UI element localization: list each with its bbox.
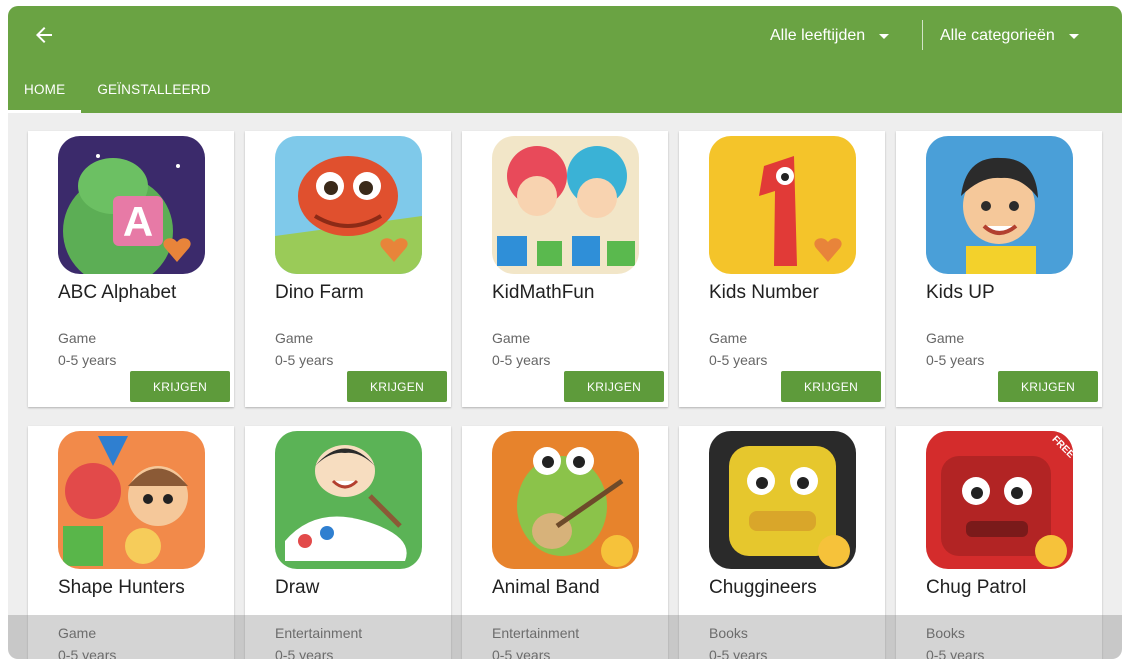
app-name: ABC Alphabet bbox=[58, 282, 177, 303]
app-card[interactable]: A ABC Alphabet Game 0-5 years KRIJGEN bbox=[28, 131, 234, 407]
bottom-overlay bbox=[8, 615, 1122, 659]
app-age-range: 0-5 years bbox=[492, 352, 551, 368]
app-age-range: 0-5 years bbox=[275, 352, 334, 368]
divider bbox=[922, 20, 923, 50]
dino-farm-icon[interactable] bbox=[275, 136, 422, 274]
abc-alphabet-icon[interactable]: A bbox=[58, 136, 205, 274]
app-card[interactable]: KidMathFun Game 0-5 years KRIJGEN bbox=[462, 131, 668, 407]
tab-home[interactable]: HOME bbox=[8, 76, 82, 113]
app-category: Game bbox=[709, 330, 748, 346]
app-age-range: 0-5 years bbox=[709, 352, 768, 368]
svg-text:A: A bbox=[123, 198, 153, 245]
animal-band-icon[interactable] bbox=[492, 431, 639, 569]
app-name: Chuggineers bbox=[709, 577, 817, 598]
caret-down-icon bbox=[879, 33, 890, 39]
category-filter-dropdown[interactable]: Alle categorieën bbox=[940, 24, 1079, 48]
app-name: Chug Patrol bbox=[926, 577, 1027, 598]
app-window: Alle leeftijden Alle categorieën HOME GE… bbox=[8, 6, 1122, 659]
kids-number-icon[interactable] bbox=[709, 136, 856, 274]
arrow-left-icon bbox=[36, 27, 52, 43]
shape-hunters-icon[interactable] bbox=[58, 431, 205, 569]
app-name: KidMathFun bbox=[492, 282, 595, 303]
app-name: Kids Number bbox=[709, 282, 819, 303]
app-category: Game bbox=[275, 330, 314, 346]
app-category: Game bbox=[926, 330, 965, 346]
draw-icon[interactable] bbox=[275, 431, 422, 569]
app-name: Shape Hunters bbox=[58, 577, 185, 598]
age-filter-dropdown[interactable]: Alle leeftijden bbox=[770, 24, 890, 48]
app-name: Dino Farm bbox=[275, 282, 364, 303]
kids-up-icon[interactable] bbox=[926, 136, 1073, 274]
app-name: Animal Band bbox=[492, 577, 600, 598]
caret-down-icon bbox=[1068, 33, 1079, 39]
app-category: Game bbox=[58, 330, 97, 346]
chuggineers-icon[interactable] bbox=[709, 431, 856, 569]
get-button[interactable]: KRIJGEN bbox=[347, 371, 447, 402]
get-button[interactable]: KRIJGEN bbox=[564, 371, 664, 402]
app-age-range: 0-5 years bbox=[926, 352, 985, 368]
kidmathfun-icon[interactable] bbox=[492, 136, 639, 274]
tab-label: HOME bbox=[24, 82, 66, 97]
app-bar: Alle leeftijden Alle categorieën HOME GE… bbox=[8, 6, 1122, 113]
app-category: Game bbox=[492, 330, 531, 346]
get-button[interactable]: KRIJGEN bbox=[130, 371, 230, 402]
app-age-range: 0-5 years bbox=[58, 352, 117, 368]
get-button[interactable]: KRIJGEN bbox=[781, 371, 881, 402]
chug-patrol-icon[interactable]: FREE bbox=[926, 431, 1073, 569]
back-button[interactable] bbox=[32, 23, 56, 47]
category-filter-label: Alle categorieën bbox=[940, 27, 1055, 44]
tab-installed[interactable]: GEÏNSTALLEERD bbox=[81, 76, 226, 113]
tab-bar: HOME GEÏNSTALLEERD bbox=[8, 76, 227, 113]
app-card[interactable]: Kids Number Game 0-5 years KRIJGEN bbox=[679, 131, 885, 407]
app-card[interactable]: Dino Farm Game 0-5 years KRIJGEN bbox=[245, 131, 451, 407]
age-filter-label: Alle leeftijden bbox=[770, 27, 866, 44]
tab-label: GEÏNSTALLEERD bbox=[97, 82, 211, 97]
get-button[interactable]: KRIJGEN bbox=[998, 371, 1098, 402]
app-name: Kids UP bbox=[926, 282, 995, 303]
app-card[interactable]: Kids UP Game 0-5 years KRIJGEN bbox=[896, 131, 1102, 407]
app-name: Draw bbox=[275, 577, 320, 598]
